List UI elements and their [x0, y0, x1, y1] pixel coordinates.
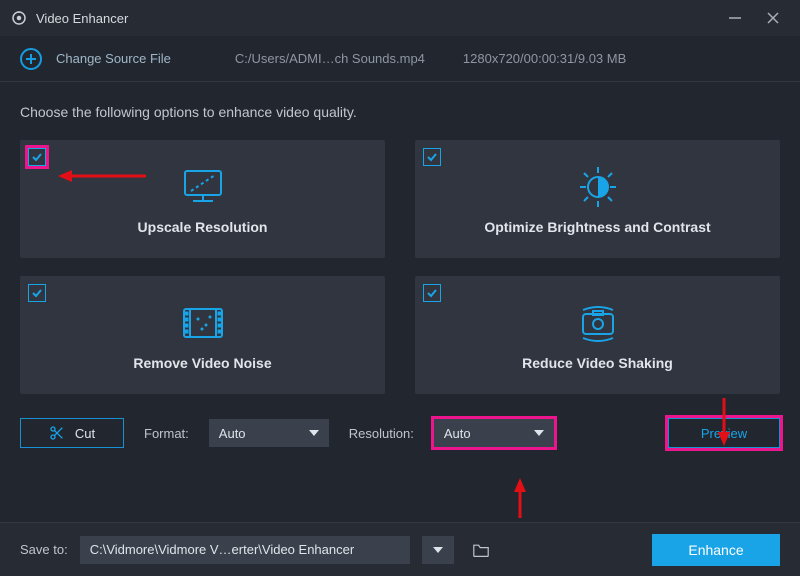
cut-label: Cut — [75, 426, 95, 441]
card-reduce-shaking[interactable]: Reduce Video Shaking — [415, 276, 780, 394]
minimize-button[interactable] — [726, 9, 744, 27]
format-value: Auto — [219, 426, 246, 441]
checkbox-brightness[interactable] — [423, 148, 441, 166]
format-label: Format: — [144, 426, 189, 441]
save-path-field[interactable]: C:\Vidmore\Vidmore V…erter\Video Enhance… — [80, 536, 410, 564]
checkbox-shake[interactable] — [423, 284, 441, 302]
change-source-button[interactable]: Change Source File — [56, 51, 171, 66]
card-label: Reduce Video Shaking — [522, 355, 673, 371]
card-label: Remove Video Noise — [133, 355, 271, 371]
chevron-down-icon — [309, 430, 319, 436]
camera-shake-icon — [573, 299, 623, 347]
close-button[interactable] — [764, 9, 782, 27]
open-folder-button[interactable] — [466, 536, 496, 564]
checkbox-noise[interactable] — [28, 284, 46, 302]
chevron-down-icon — [433, 547, 443, 553]
add-source-icon[interactable] — [20, 48, 42, 70]
window-title: Video Enhancer — [36, 11, 128, 26]
card-label: Optimize Brightness and Contrast — [484, 219, 710, 235]
monitor-icon — [179, 163, 227, 211]
save-path-dropdown[interactable] — [422, 536, 454, 564]
save-path-value: C:\Vidmore\Vidmore V…erter\Video Enhance… — [90, 542, 354, 557]
page-description: Choose the following options to enhance … — [0, 82, 800, 130]
resolution-value: Auto — [444, 426, 471, 441]
card-remove-noise[interactable]: Remove Video Noise — [20, 276, 385, 394]
app-logo-icon — [10, 9, 28, 27]
checkbox-upscale[interactable] — [28, 148, 46, 166]
resolution-label: Resolution: — [349, 426, 414, 441]
resolution-select[interactable]: Auto — [434, 419, 554, 447]
preview-button[interactable]: Preview — [668, 418, 780, 448]
source-path: C:/Users/ADMI…ch Sounds.mp4 — [235, 51, 425, 66]
scissors-icon — [49, 425, 65, 441]
preview-label: Preview — [701, 426, 747, 441]
brightness-icon — [574, 163, 622, 211]
save-to-label: Save to: — [20, 542, 68, 557]
chevron-down-icon — [534, 430, 544, 436]
format-select[interactable]: Auto — [209, 419, 329, 447]
cut-button[interactable]: Cut — [20, 418, 124, 448]
enhance-label: Enhance — [688, 542, 743, 558]
card-optimize-brightness[interactable]: Optimize Brightness and Contrast — [415, 140, 780, 258]
annotation-arrow-icon — [512, 478, 528, 521]
source-meta: 1280x720/00:00:31/9.03 MB — [463, 51, 626, 66]
card-upscale-resolution[interactable]: Upscale Resolution — [20, 140, 385, 258]
enhance-button[interactable]: Enhance — [652, 534, 780, 566]
card-label: Upscale Resolution — [138, 219, 268, 235]
filmstrip-icon — [180, 299, 226, 347]
